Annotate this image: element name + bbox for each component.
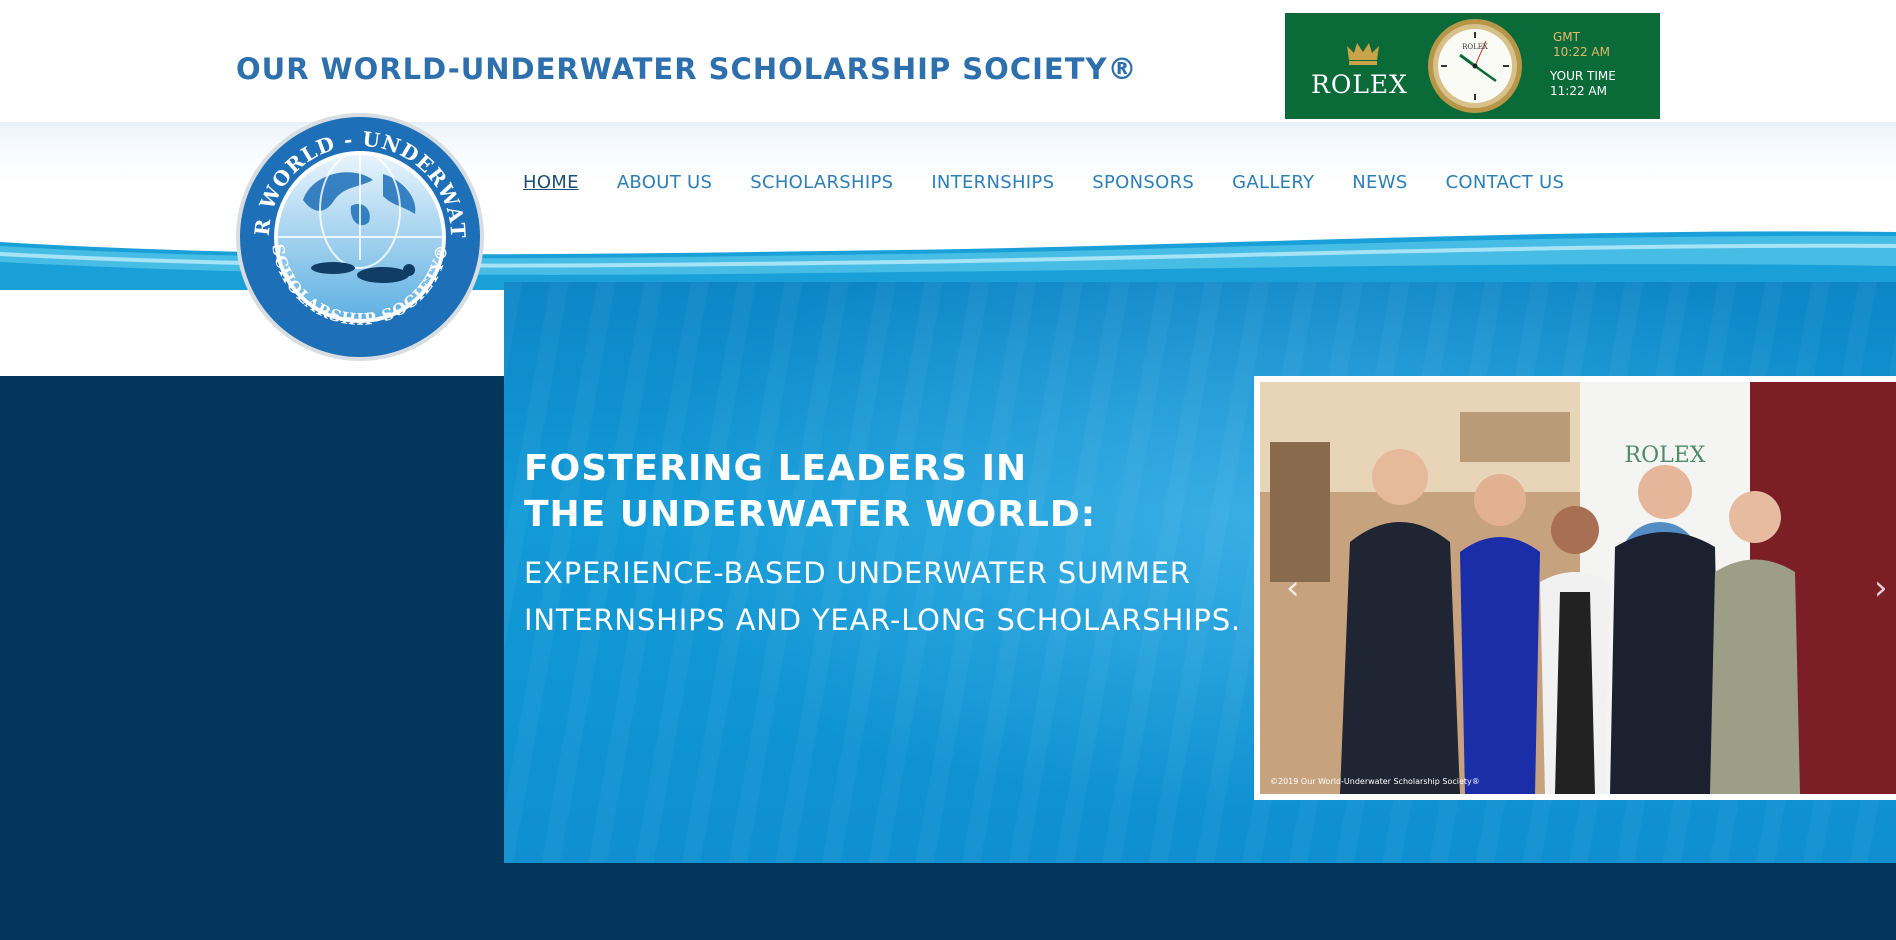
society-logo[interactable]: OUR WORLD - UNDERWATER SCHOLARSHIP SOCIE… (233, 110, 487, 364)
hero-title-line2: THE UNDERWATER WORLD: (524, 494, 1097, 535)
slide-photo: ROLEX ©2019 Our World-Underwater Scholar… (1260, 382, 1896, 794)
site-title: OUR WORLD-UNDERWATER SCHOLARSHIP SOCIETY… (236, 52, 1138, 86)
group-photo-image: ROLEX ©2019 Our World-Underwater Scholar… (1260, 382, 1896, 794)
rolex-wordmark: ROLEX (1311, 70, 1408, 99)
gmt-time: 10:22 AM (1553, 45, 1610, 59)
main-navigation: HOME ABOUT US SCHOLARSHIPS INTERNSHIPS S… (523, 172, 1602, 193)
gmt-readout: GMT 10:22 AM (1553, 30, 1610, 60)
local-time-readout: YOUR TIME 11:22 AM (1550, 69, 1616, 99)
hero-subtitle: EXPERIENCE-BASED UNDERWATER SUMMER INTER… (524, 556, 1241, 637)
nav-item-news[interactable]: NEWS (1352, 172, 1407, 193)
nav-item-about-us[interactable]: ABOUT US (617, 172, 712, 193)
rolex-crown-icon (1347, 43, 1379, 65)
left-navy-panel (0, 376, 504, 940)
rolex-clock-ad[interactable]: ROLEX ROLEX GMT 10:22 AM YOUR TIME 11:22… (1285, 13, 1660, 119)
hero-title: FOSTERING LEADERS IN THE UNDERWATER WORL… (524, 446, 1244, 538)
your-time: 11:22 AM (1550, 84, 1607, 98)
banner-brand: ROLEX (1625, 443, 1706, 468)
chevron-right-icon[interactable]: › (1874, 568, 1896, 608)
your-time-label: YOUR TIME (1550, 69, 1616, 83)
clock-icon: ROLEX (1428, 19, 1522, 113)
chevron-left-icon[interactable]: ‹ (1286, 568, 1308, 608)
footer-navy-band (0, 863, 1896, 940)
photo-slideshow[interactable]: ROLEX ©2019 Our World-Underwater Scholar… (1254, 376, 1896, 800)
nav-item-internships[interactable]: INTERNSHIPS (931, 172, 1054, 193)
slide-caption: ©2019 Our World-Underwater Scholarship S… (1270, 777, 1480, 786)
nav-item-contact-us[interactable]: CONTACT US (1446, 172, 1565, 193)
nav-item-home[interactable]: HOME (523, 172, 579, 193)
clock-brand: ROLEX (1462, 43, 1488, 51)
gmt-label: GMT (1553, 30, 1580, 44)
nav-item-sponsors[interactable]: SPONSORS (1092, 172, 1194, 193)
nav-item-scholarships[interactable]: SCHOLARSHIPS (750, 172, 893, 193)
hero-title-line1: FOSTERING LEADERS IN (524, 448, 1028, 489)
nav-item-gallery[interactable]: GALLERY (1232, 172, 1314, 193)
